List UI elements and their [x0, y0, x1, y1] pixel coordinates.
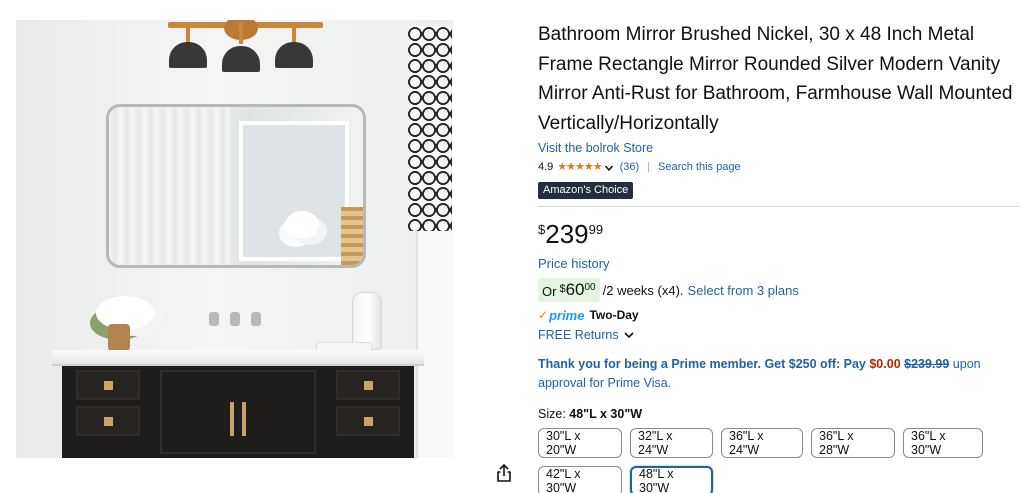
price: $ 239 99 — [538, 220, 1020, 250]
rating-row: 4.9 ★★★★★ (36) | Search this page — [538, 160, 1020, 175]
prime-delivery: ✓ prime Two-Day — [538, 306, 1020, 324]
price-history-link[interactable]: Price history — [538, 255, 1020, 272]
vanity-knob — [364, 381, 373, 390]
vanity-handle — [242, 402, 246, 436]
image-lamp-shade — [222, 46, 260, 72]
image-lamp-stem — [186, 22, 190, 44]
size-option-36x28[interactable]: 36"L x 28"W — [811, 428, 895, 458]
promo-zero-price: $0.00 — [869, 357, 901, 371]
mirror-reflection-curtain — [109, 107, 229, 265]
image-faucet — [251, 312, 261, 326]
free-returns-link[interactable]: FREE Returns — [538, 326, 1020, 343]
image-mirror — [106, 104, 366, 268]
image-faucet — [209, 312, 219, 326]
vanity-drawer — [336, 406, 400, 436]
product-title: Bathroom Mirror Brushed Nickel, 30 x 48 … — [538, 24, 1013, 134]
image-lamp-stem — [239, 22, 243, 44]
image-vanity — [62, 366, 414, 458]
image-lamp-stem — [292, 22, 296, 44]
size-option-30x20[interactable]: 30"L x 20"W — [538, 428, 622, 458]
mirror-reflection-flowers — [285, 211, 319, 239]
section-divider — [538, 206, 1020, 207]
size-label-row: Size: 48"L x 30"W — [538, 406, 1020, 422]
size-options: 30"L x 20"W 32"L x 24"W 36"L x 24"W 36"L… — [538, 428, 1020, 493]
chevron-down-icon — [624, 331, 634, 338]
size-label: Size: — [538, 407, 566, 421]
installment-prefix: Or — [542, 284, 557, 299]
image-curtain — [408, 26, 452, 231]
share-icon[interactable] — [493, 462, 515, 484]
price-fraction: 99 — [588, 222, 604, 237]
store-link[interactable]: Visit the bolrok Store — [538, 140, 1020, 157]
search-this-page-link[interactable]: Search this page — [658, 160, 741, 175]
free-returns-label: FREE Returns — [538, 327, 619, 342]
amazons-choice-badge: Amazon's Choice — [538, 182, 634, 199]
vanity-drawer — [76, 370, 140, 400]
prime-speed: Two-Day — [589, 308, 639, 322]
price-symbol: $ — [538, 222, 546, 237]
promo-lead: Thank you for being a Prime member. Get … — [538, 357, 866, 371]
size-option-36x30[interactable]: 36"L x 30"W — [903, 428, 983, 458]
size-option-48x30[interactable]: 48"L x 30"W — [630, 466, 713, 493]
price-whole: 239 — [545, 219, 589, 249]
installment-chip: Or $ 60 00 — [538, 278, 600, 302]
installment-term: /2 weeks (x4). — [602, 282, 684, 298]
vanity-knob — [104, 381, 113, 390]
select-plans-link[interactable]: Select from 3 plans — [688, 283, 799, 298]
star-rating-icon[interactable]: ★★★★★ — [557, 160, 602, 175]
size-option-32x24[interactable]: 32"L x 24"W — [630, 428, 713, 458]
product-details: Bathroom Mirror Brushed Nickel, 30 x 48 … — [538, 20, 1020, 493]
installment-row: Or $ 60 00 /2 weeks (x4). Select from 3 … — [538, 278, 1020, 302]
product-image[interactable] — [16, 20, 453, 458]
vanity-knob — [364, 417, 373, 426]
rating-value: 4.9 — [538, 161, 554, 173]
size-option-36x24[interactable]: 36"L x 24"W — [721, 428, 803, 458]
rating-divider: | — [647, 161, 651, 173]
rating-count-link[interactable]: (36) — [620, 160, 640, 175]
prime-check-icon: ✓ — [538, 308, 549, 322]
vanity-door — [160, 370, 316, 454]
image-lamp-shade — [275, 42, 313, 68]
vanity-knob — [104, 417, 113, 426]
installment-whole: 60 — [565, 280, 585, 299]
image-countertop — [52, 350, 424, 366]
size-selected-value: 48"L x 30"W — [569, 407, 643, 421]
prime-visa-promo[interactable]: Thank you for being a Prime member. Get … — [538, 355, 1008, 393]
chevron-down-icon[interactable] — [604, 163, 614, 173]
mirror-reflection-window — [239, 121, 349, 261]
image-faucet — [230, 312, 240, 326]
size-option-42x30[interactable]: 42"L x 30"W — [538, 466, 622, 493]
prime-logo: prime — [549, 307, 585, 323]
installment-fraction: 00 — [584, 282, 596, 293]
promo-strike-price: $239.99 — [904, 357, 950, 371]
vanity-drawer — [336, 370, 400, 400]
image-lamp-shade — [169, 42, 207, 68]
mirror-reflection-chair — [341, 207, 363, 265]
vanity-drawer — [76, 406, 140, 436]
vanity-handle — [230, 402, 234, 436]
